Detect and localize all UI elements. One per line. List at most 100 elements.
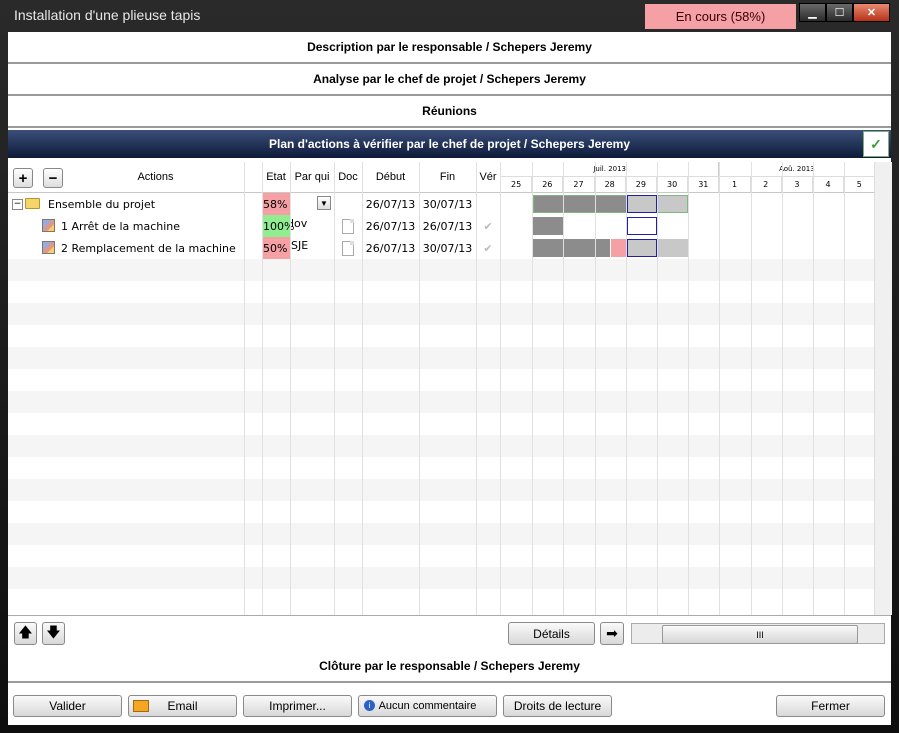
empty-row (8, 545, 874, 567)
col-doc[interactable]: Doc (334, 162, 362, 192)
client-area: Description par le responsable / Scheper… (8, 32, 892, 725)
column-divider (244, 162, 245, 615)
column-divider (334, 162, 335, 615)
empty-row (8, 391, 874, 413)
email-button[interactable]: Email (128, 695, 237, 717)
app-window: Installation d'une plieuse tapis En cour… (0, 0, 899, 733)
task-cube-icon (42, 241, 55, 254)
verified-check[interactable]: ✔ (476, 237, 500, 259)
email-label: Email (167, 699, 198, 713)
column-divider (688, 162, 689, 615)
minimize-button[interactable]: ▁ (799, 3, 826, 22)
close-button[interactable]: ✕ (853, 3, 890, 22)
gantt-project-outline (533, 195, 689, 213)
footer-buttons: Valider Email Imprimer... i Aucun commen… (8, 685, 891, 725)
empty-row (8, 369, 874, 391)
section-cloture[interactable]: Clôture par le responsable / Schepers Je… (8, 651, 891, 683)
commentaire-label: Aucun commentaire (378, 700, 477, 712)
document-icon[interactable] (342, 219, 354, 234)
gantt-day-label: 5 (844, 176, 874, 192)
window-title: Installation d'une plieuse tapis (14, 7, 201, 23)
gantt-day-label: 28 (594, 176, 626, 192)
arrow-right-button[interactable]: ➡ (600, 622, 624, 645)
move-down-button[interactable]: 🡇 (42, 622, 65, 645)
horizontal-scrollbar[interactable]: III (631, 623, 885, 644)
debut-date: 26/07/13 (365, 219, 416, 233)
vertical-scrollbar[interactable] (874, 162, 892, 615)
etat-value: 50% (262, 237, 290, 259)
verify-check-icon[interactable]: ✓ (863, 131, 889, 157)
scroll-thumb[interactable]: III (662, 625, 858, 644)
fin-date: 30/07/13 (422, 197, 473, 211)
column-divider (626, 162, 627, 615)
action-name[interactable]: 2 Remplacement de la machine (61, 237, 251, 259)
maximize-button[interactable]: ☐ (826, 3, 853, 22)
gantt-bar-late (611, 239, 626, 257)
gantt-today-marker (626, 239, 657, 257)
action-name[interactable]: Ensemble du projet (48, 193, 248, 215)
section-description[interactable]: Description par le responsable / Scheper… (8, 32, 891, 64)
fermer-button[interactable]: Fermer (776, 695, 885, 717)
col-debut[interactable]: Début (362, 162, 419, 192)
tree-expander[interactable]: − (12, 199, 23, 210)
column-divider (719, 162, 720, 615)
table-row[interactable]: − Ensemble du projet 58% ▼ 26/07/13 30/07/13 (8, 193, 874, 215)
gantt-day-label: 31 (688, 176, 720, 192)
col-etat[interactable]: Etat (262, 162, 290, 192)
col-ver[interactable]: Vér (476, 162, 500, 192)
column-divider (657, 162, 658, 615)
par-qui-value[interactable]: SJE (291, 237, 331, 261)
droits-button[interactable]: Droits de lecture (503, 695, 612, 717)
gantt-day-label: 27 (563, 176, 595, 192)
commentaire-button[interactable]: i Aucun commentaire (358, 695, 497, 717)
empty-row (8, 501, 874, 523)
details-button[interactable]: Détails (508, 622, 595, 645)
verified-check[interactable] (476, 193, 500, 215)
debut-date: 26/07/13 (365, 241, 416, 255)
section-analyse[interactable]: Analyse par le chef de projet / Schepers… (8, 64, 891, 96)
empty-row (8, 347, 874, 369)
col-par-qui[interactable]: Par qui (290, 162, 334, 192)
title-bar[interactable]: Installation d'une plieuse tapis En cour… (0, 0, 899, 30)
grid-header: + − Actions Etat Par qui Doc Début Fin V… (8, 162, 874, 193)
column-divider (532, 162, 533, 615)
gantt-day-label: 29 (625, 176, 657, 192)
empty-row (8, 589, 874, 611)
column-divider (262, 162, 263, 615)
gantt-day-label: 26 (532, 176, 564, 192)
section-reunions[interactable]: Réunions (8, 96, 891, 128)
empty-row (8, 413, 874, 435)
gantt-day-label: 25 (501, 176, 533, 192)
add-action-button[interactable]: + (13, 168, 33, 188)
col-fin[interactable]: Fin (419, 162, 476, 192)
gantt-day-label: 30 (657, 176, 689, 192)
info-icon: i (364, 700, 375, 711)
par-qui-dropdown[interactable]: ▼ (317, 196, 331, 210)
column-divider (751, 162, 752, 615)
action-name[interactable]: 1 Arrêt de la machine (61, 215, 251, 237)
section-plan-header[interactable]: Plan d'actions à vérifier par le chef de… (8, 130, 891, 158)
table-row[interactable]: 2 Remplacement de la machine 50% SJE 26/07/… (8, 237, 874, 259)
column-divider (813, 162, 814, 615)
move-up-button[interactable]: 🡅 (14, 622, 37, 645)
col-actions[interactable]: Actions (68, 162, 243, 192)
gantt-month-label: Aoû. 2013 (719, 162, 874, 176)
column-divider (290, 162, 291, 615)
document-icon[interactable] (342, 241, 354, 256)
valider-button[interactable]: Valider (13, 695, 122, 717)
table-row[interactable]: 1 Arrêt de la machine 100% lov 26/07/13 26/0… (8, 215, 874, 237)
par-qui-value[interactable]: lov (291, 215, 331, 239)
empty-row (8, 259, 874, 281)
gantt-month-label: Juil. 2013 (501, 162, 720, 176)
gantt-day-label: 2 (750, 176, 782, 192)
gantt-bar-done (533, 217, 564, 235)
empty-row (8, 479, 874, 501)
column-divider (844, 162, 845, 615)
status-badge: En cours (58%) (645, 4, 796, 29)
verified-check[interactable]: ✔ (476, 215, 500, 237)
action-grid: + − Actions Etat Par qui Doc Début Fin V… (8, 162, 874, 615)
imprimer-button[interactable]: Imprimer... (243, 695, 352, 717)
empty-row (8, 325, 874, 347)
empty-row (8, 435, 874, 457)
remove-action-button[interactable]: − (43, 168, 63, 188)
